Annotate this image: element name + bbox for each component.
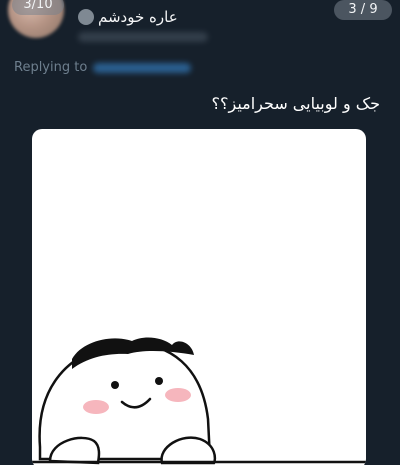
tweet-text: جک و لوبیایی سحرامیز؟؟ xyxy=(211,94,381,113)
blob-character-sticker-icon xyxy=(32,337,366,465)
author-name[interactable]: عاره خودشم xyxy=(98,8,178,26)
page-counter-right: 3 / 9 xyxy=(334,0,392,20)
reply-context: Replying to xyxy=(14,60,192,75)
author-handle-redacted xyxy=(78,32,208,42)
tweet-media-image[interactable] xyxy=(32,129,366,465)
tweet-screen: 3/10 عاره خودشم 3 / 9 Replying to جک و ل… xyxy=(0,0,400,465)
reply-target-redacted[interactable] xyxy=(93,62,192,73)
verified-badge-icon xyxy=(78,9,94,25)
author-row[interactable]: عاره خودشم xyxy=(78,5,178,29)
page-counter-left: 3/10 xyxy=(12,0,64,15)
reply-label: Replying to xyxy=(14,60,88,75)
